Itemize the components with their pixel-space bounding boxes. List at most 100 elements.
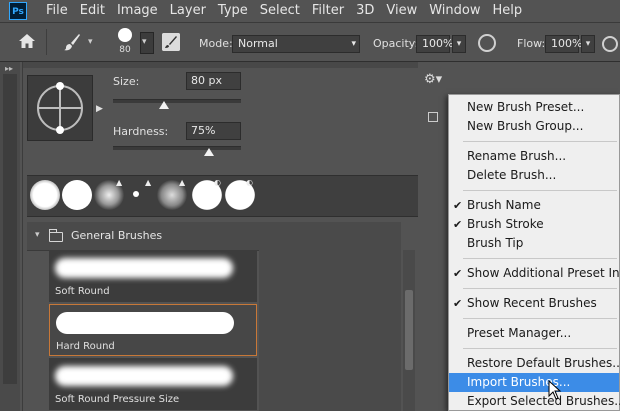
photoshop-logo: Ps <box>9 2 27 20</box>
menu-filter[interactable]: Filter <box>312 3 344 18</box>
brush-list-scrollbar[interactable] <box>403 250 415 411</box>
options-bar: ▾ 80 ▾ Mode: Normal ▾ Opacity: 100% ▾ Fl… <box>0 23 620 62</box>
menu-item-label: Brush Stroke <box>467 217 544 231</box>
size-input[interactable]: 80 px <box>186 72 241 90</box>
brush-preset-panel: ▶ Size: 80 px Hardness: 75% ▲ ▲ ▲ ◐ ◐ ▾ … <box>22 62 419 411</box>
new-preset-icon[interactable] <box>428 112 438 122</box>
brush-group-header[interactable]: ▾ General Brushes <box>27 222 401 251</box>
menu-item-label: Export Selected Brushes... <box>467 394 620 408</box>
menu-item-export-selected-brushes[interactable]: Export Selected Brushes... <box>449 392 620 411</box>
opacity-dropdown[interactable]: ▾ <box>452 35 466 53</box>
brush-item-hard-round[interactable]: Hard Round <box>49 304 257 356</box>
brush-item-soft-round-pressure-size[interactable]: Soft Round Pressure Size <box>49 358 257 410</box>
menu-view[interactable]: View <box>386 3 417 18</box>
menu-layer[interactable]: Layer <box>170 3 206 18</box>
size-label: Size: <box>113 75 140 88</box>
menu-window[interactable]: Window <box>429 3 480 18</box>
chevron-down-icon[interactable]: ▾ <box>88 37 93 47</box>
menu-file[interactable]: File <box>46 3 68 18</box>
toggle-brush-settings-icon[interactable] <box>162 33 180 51</box>
brush-angle-roundness-control[interactable]: ▶ <box>27 75 103 141</box>
menu-item-delete-brush[interactable]: Delete Brush... <box>449 166 619 185</box>
size-slider-thumb[interactable] <box>159 101 170 109</box>
brush-item-soft-round[interactable]: Soft Round <box>49 250 257 302</box>
chevron-down-icon[interactable]: ▾ <box>35 230 40 240</box>
menu-separator <box>463 318 617 319</box>
pressure-opacity-icon[interactable] <box>601 35 619 53</box>
expand-panel-icon[interactable]: ▸▸ <box>5 64 13 73</box>
brush-size-readout: 80 <box>119 45 131 55</box>
menu-item-brush-tip[interactable]: Brush Tip <box>449 234 619 253</box>
hardness-slider-thumb[interactable] <box>204 148 214 156</box>
pen-pressure-icon: ◐ <box>214 178 221 187</box>
scrollbar-thumb[interactable] <box>405 290 413 370</box>
menu-item-show-recent-brushes[interactable]: ✔ Show Recent Brushes <box>449 294 619 313</box>
menu-type[interactable]: Type <box>218 3 248 18</box>
hardness-label: Hardness: <box>113 125 169 138</box>
hardness-input[interactable]: 75% <box>186 122 241 140</box>
pen-pressure-icon: ▲ <box>145 178 152 187</box>
menu-select[interactable]: Select <box>260 3 300 18</box>
menu-item-new-brush-preset[interactable]: New Brush Preset... <box>449 98 619 117</box>
menu-edit[interactable]: Edit <box>80 3 105 18</box>
airbrush-icon[interactable] <box>478 34 496 52</box>
pen-pressure-icon: ◐ <box>246 178 253 187</box>
menu-item-import-brushes[interactable]: Import Brushes... <box>449 373 619 392</box>
angle-arrow-icon: ▶ <box>96 104 103 114</box>
menu-item-brush-stroke[interactable]: ✔ Brush Stroke <box>449 215 619 234</box>
brush-group-name: General Brushes <box>71 229 163 242</box>
recent-brush-4[interactable] <box>133 191 139 197</box>
brush-panel-flyout-menu: New Brush Preset... New Brush Group... Ren… <box>448 94 620 411</box>
separator <box>46 29 47 55</box>
home-icon[interactable] <box>18 33 36 49</box>
menu-image[interactable]: Image <box>117 3 158 18</box>
angle-handle-top[interactable] <box>56 82 64 90</box>
menu-help[interactable]: Help <box>493 3 523 18</box>
mode-select[interactable]: Normal ▾ <box>232 35 360 53</box>
menu-item-preset-manager[interactable]: Preset Manager... <box>449 324 619 343</box>
opacity-field[interactable]: 100% <box>416 35 454 53</box>
pen-pressure-icon: ▲ <box>116 178 123 187</box>
checkmark-icon: ✔ <box>453 297 463 310</box>
mode-value: Normal <box>238 37 278 50</box>
recent-brush-2[interactable] <box>62 180 92 210</box>
size-slider[interactable] <box>113 99 241 103</box>
menu-items: File Edit Image Layer Type Select Filter… <box>46 3 534 18</box>
angle-axis-vertical <box>59 86 61 130</box>
hardness-slider[interactable] <box>113 146 241 150</box>
panel-grip[interactable] <box>23 62 419 68</box>
menu-item-new-brush-group[interactable]: New Brush Group... <box>449 117 619 136</box>
recent-brush-1[interactable] <box>30 180 60 210</box>
brush-name: Soft Round Pressure Size <box>55 394 180 405</box>
menu-item-rename-brush[interactable]: Rename Brush... <box>449 147 619 166</box>
brush-name: Hard Round <box>56 341 115 352</box>
flow-dropdown[interactable]: ▾ <box>581 35 595 53</box>
checkmark-icon: ✔ <box>453 267 463 280</box>
menu-item-label: Brush Name <box>467 198 541 212</box>
angle-handle-bottom[interactable] <box>56 126 64 134</box>
folder-icon <box>49 229 63 242</box>
menu-item-restore-default-brushes[interactable]: Restore Default Brushes... <box>449 354 620 373</box>
menu-item-label: Delete Brush... <box>467 168 557 182</box>
pen-pressure-icon: ▲ <box>179 178 186 187</box>
menu-3d[interactable]: 3D <box>356 3 374 18</box>
brush-list: ▾ General Brushes Soft Round Hard Round … <box>27 222 419 411</box>
preset-picker-toggle[interactable]: ▾ <box>140 32 154 54</box>
opacity-value: 100% <box>422 37 454 50</box>
brush-stroke-preview <box>55 366 233 386</box>
flow-value: 100% <box>551 37 583 50</box>
brush-icon[interactable] <box>62 32 82 52</box>
flow-label: Flow: <box>517 37 546 50</box>
brush-name: Soft Round <box>55 286 110 297</box>
menu-item-label: Show Additional Preset Info <box>467 266 620 280</box>
menu-item-brush-name[interactable]: ✔ Brush Name <box>449 196 619 215</box>
brush-preset-picker[interactable]: 80 <box>112 27 138 57</box>
flow-field[interactable]: 100% <box>545 35 583 53</box>
menu-item-show-additional-preset-info[interactable]: ✔ Show Additional Preset Info <box>449 264 620 283</box>
menu-item-label: Rename Brush... <box>467 149 567 163</box>
menu-item-label: Show Recent Brushes <box>467 296 597 310</box>
brush-stroke-preview <box>55 258 233 278</box>
tools-strip: ▸▸ <box>0 62 20 411</box>
gear-icon[interactable]: ⚙▾ <box>424 70 446 90</box>
brush-tip-preview <box>118 28 132 42</box>
